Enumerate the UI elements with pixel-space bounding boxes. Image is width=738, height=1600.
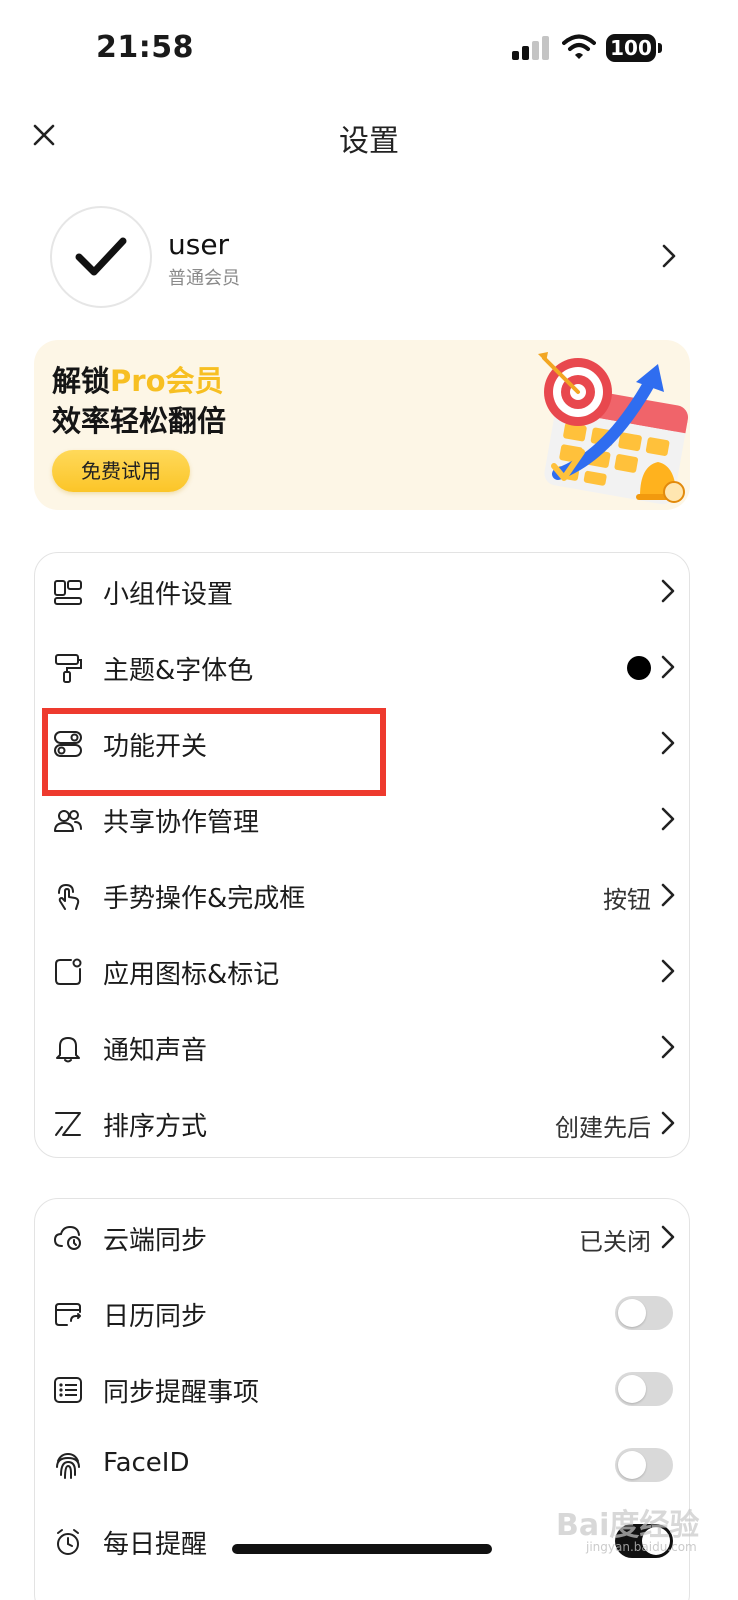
row-calendar-sync[interactable]: 日历同步 <box>35 1275 689 1351</box>
calendar-sync-toggle[interactable] <box>615 1296 673 1330</box>
highlight-annotation-box <box>42 708 386 796</box>
pro-banner-headline: 解锁Pro会员 <box>52 358 224 400</box>
faceid-toggle[interactable] <box>615 1448 673 1482</box>
free-trial-button[interactable]: 免费试用 <box>52 450 190 492</box>
chevron-right-icon <box>661 1225 675 1249</box>
chevron-right-icon <box>661 655 675 679</box>
member-level: 普通会员 <box>168 268 240 289</box>
chevron-right-icon <box>661 1035 675 1059</box>
row-label: 排序方式 <box>103 1112 208 1142</box>
calendar-sync-icon <box>55 1303 81 1326</box>
row-label: 同步提醒事项 <box>103 1378 260 1408</box>
paint-roller-icon <box>55 654 82 683</box>
settings-group-general: 小组件设置 主题&字体色 功能开关 共享协作管理 手势操作&完成框 按钮 应用图… <box>34 552 690 1158</box>
sync-reminders-toggle[interactable] <box>615 1372 673 1406</box>
status-bar: 21:58 100 <box>0 0 738 100</box>
row-faceid[interactable]: FaceID <box>35 1427 689 1503</box>
chevron-right-icon <box>661 959 675 983</box>
battery-indicator: 100 <box>606 34 656 62</box>
app-badge-icon <box>55 958 82 985</box>
row-value: 创建先后 <box>555 1114 651 1142</box>
row-app-icon-badge[interactable]: 应用图标&标记 <box>35 933 689 1009</box>
row-widget-settings[interactable]: 小组件设置 <box>35 553 689 629</box>
home-indicator[interactable] <box>232 1544 492 1554</box>
chevron-right-icon <box>661 807 675 831</box>
row-sync-reminders[interactable]: 同步提醒事项 <box>35 1351 689 1427</box>
widget-icon <box>54 580 82 605</box>
row-label: 主题&字体色 <box>103 656 254 686</box>
reminder-list-icon <box>54 1377 82 1403</box>
chevron-right-icon <box>661 731 675 755</box>
row-label: 日历同步 <box>103 1302 208 1332</box>
bell-icon <box>56 1037 80 1063</box>
profile-row[interactable]: user 普通会员 <box>50 206 690 310</box>
row-value: 按钮 <box>603 886 651 914</box>
row-cloud-sync[interactable]: 云端同步 已关闭 <box>35 1199 689 1275</box>
wifi-icon <box>562 34 596 59</box>
toggle-knob <box>618 1375 646 1403</box>
row-notification-sound[interactable]: 通知声音 <box>35 1009 689 1085</box>
pro-upgrade-banner[interactable]: 解锁Pro会员 效率轻松翻倍 免费试用 <box>34 340 690 510</box>
status-time: 21:58 <box>96 30 194 65</box>
chevron-right-icon <box>662 244 676 268</box>
calendar-target-illustration <box>538 352 688 505</box>
chevron-right-icon <box>661 579 675 603</box>
alarm-icon <box>57 1529 79 1555</box>
hand-gesture-icon <box>58 883 80 910</box>
pro-banner-subline: 效率轻松翻倍 <box>52 404 227 438</box>
pro-banner-prefix: 解锁 <box>52 364 111 398</box>
row-label: 小组件设置 <box>103 580 234 610</box>
toggle-knob <box>618 1299 646 1327</box>
watermark-url: jingyan.baidu.com <box>586 1540 697 1554</box>
current-color-swatch <box>627 656 651 680</box>
row-value: 已关闭 <box>579 1228 651 1256</box>
row-theme-font-color[interactable]: 主题&字体色 <box>35 629 689 705</box>
row-label: 手势操作&完成框 <box>103 884 306 914</box>
row-label: 云端同步 <box>103 1226 208 1256</box>
chevron-right-icon <box>661 1111 675 1135</box>
row-label: 共享协作管理 <box>103 808 260 838</box>
battery-cap <box>658 43 662 53</box>
toggle-knob <box>618 1451 646 1479</box>
row-label: 应用图标&标记 <box>103 960 280 990</box>
row-gesture-checkbox[interactable]: 手势操作&完成框 按钮 <box>35 857 689 933</box>
pro-banner-accent: Pro会员 <box>110 364 224 398</box>
avatar[interactable] <box>50 206 152 308</box>
watermark: Bai度经验 <box>556 1508 700 1543</box>
users-icon <box>54 810 82 832</box>
chevron-right-icon <box>661 883 675 907</box>
fingerprint-icon <box>56 1452 80 1479</box>
row-label: 通知声音 <box>103 1036 208 1066</box>
row-sort-order[interactable]: 排序方式 创建先后 <box>35 1085 689 1157</box>
checkmark-icon <box>75 237 127 276</box>
cellular-signal-icon <box>512 36 552 60</box>
row-label: FaceID <box>103 1448 190 1478</box>
row-label: 每日提醒 <box>103 1530 208 1560</box>
page-title: 设置 <box>339 124 399 159</box>
cloud-sync-icon <box>53 1225 81 1250</box>
username: user <box>168 228 230 261</box>
sort-icon <box>55 1112 81 1136</box>
